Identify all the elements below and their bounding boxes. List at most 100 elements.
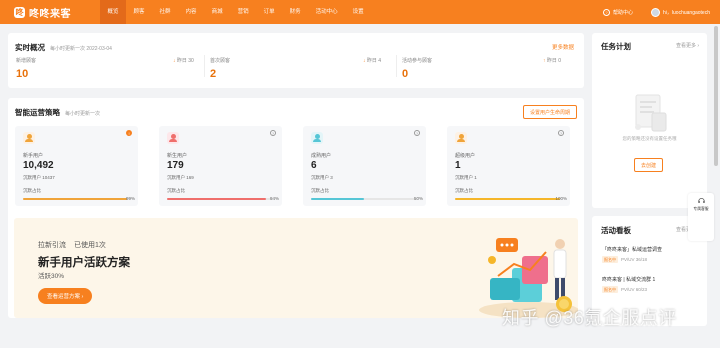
lifecycle-card[interactable]: ? 超级用户 1 沉默用户 1 沉默占比 100%	[447, 126, 570, 206]
silent-ratio-label: 沉默占比	[23, 188, 41, 193]
stat-compare-text: 昨日 30	[176, 58, 194, 64]
view-plan-button[interactable]: 查看运营方案 ›	[38, 288, 93, 304]
avatar	[651, 7, 661, 17]
realtime-title-text: 实时概况	[15, 43, 45, 52]
stat-value: 2	[210, 68, 217, 80]
silent-ratio-bar	[167, 198, 272, 200]
banner-subtitle: 活跃30%	[38, 273, 65, 280]
strategy-title: 智能运营策略 每小时更新一次	[15, 107, 100, 118]
stat-first-customers: 首次顾客 2	[210, 57, 230, 80]
silent-ratio-fill	[455, 198, 560, 200]
silent-ratio-label: 沉默占比	[167, 188, 185, 193]
task-empty-text: 您的策略还没有设置任务哦	[622, 136, 677, 141]
nav-item[interactable]: 社群	[152, 0, 178, 24]
silent-ratio-pct: 100%	[555, 196, 567, 201]
help-label: 帮助中心	[613, 9, 634, 16]
banner-tag-used: 已使用1次	[74, 242, 106, 249]
app-logo[interactable]: 咚 咚咚来客	[14, 5, 94, 20]
realtime-title: 实时概况 每小时更新一次 2022-03-04	[15, 42, 112, 53]
banner-title: 新手用户活跃方案	[38, 257, 130, 269]
nav-item[interactable]: 财务	[282, 0, 308, 24]
stat-label: 活动参与顾客	[402, 58, 433, 64]
silent-ratio-bar	[23, 198, 128, 200]
more-data-link[interactable]: 更多数据	[552, 43, 574, 51]
customer-service-label: 专属客服	[693, 207, 709, 211]
activity-item-pvuv: PV/UV 36/18	[621, 257, 648, 262]
task-plan-card: 任务计划 查看更多 › 您的策略还没有设置任务哦 去创建	[592, 33, 707, 208]
lifecycle-value: 6	[311, 160, 317, 171]
user-greeting: hi，luochuangaotech	[663, 9, 710, 16]
stat-compare-text: 昨日 0	[546, 58, 562, 64]
strategy-subtitle: 每小时更新一次	[65, 111, 101, 117]
silent-ratio-pct: 99%	[125, 196, 135, 201]
user-avatar-icon	[23, 132, 35, 144]
banner-tags: 拉新引流 已使用1次	[38, 240, 114, 250]
help-center-link[interactable]: ? 帮助中心	[603, 8, 634, 16]
activity-item-title[interactable]: 咚咚来客 | 私域交流群 1	[602, 276, 655, 283]
silent-ratio-fill	[23, 198, 127, 200]
info-icon[interactable]: ?	[558, 130, 564, 136]
top-nav-bar: 咚 咚咚来客 概览 顾客 社群 内容 商城 营销 订单 财务 活动中心 设置 ? 帮助中心 hi，…	[0, 0, 720, 24]
stat-new-customers: 新增顾客 10	[16, 57, 36, 80]
banner-tag-acquire: 拉新引流	[38, 242, 66, 249]
nav-item[interactable]: 活动中心	[308, 0, 345, 24]
lifecycle-card[interactable]: ? 成熟用户 6 沉默用户 3 沉默占比 50%	[303, 126, 426, 206]
activity-title: 活动看板	[601, 226, 631, 235]
strategy-banner: 拉新引流 已使用1次 新手用户活跃方案 活跃30% 查看运营方案 ›	[14, 218, 578, 318]
user-avatar-icon	[167, 132, 179, 144]
activity-item-meta: 报名中 PV/UV 36/18	[602, 256, 647, 263]
stat-label: 首次顾客	[210, 58, 231, 64]
lifecycle-value: 10,492	[23, 160, 54, 171]
bottom-strip	[0, 336, 720, 348]
arrow-down-icon: ↓	[173, 58, 176, 64]
silent-ratio-pct: 50%	[413, 196, 423, 201]
silent-ratio-pct: 94%	[269, 196, 279, 201]
stat-activity-customers: 活动参与顾客 0	[402, 57, 432, 80]
silent-users: 沉默用户 3	[311, 175, 333, 180]
nav-item[interactable]: 商城	[204, 0, 230, 24]
activity-item-title[interactable]: 「咚咚来客」私域运营调查	[602, 246, 662, 253]
lifecycle-value: 179	[167, 160, 184, 171]
divider	[204, 55, 205, 77]
silent-users: 沉默用户 10437	[23, 175, 55, 180]
user-menu[interactable]: hi，luochuangaotech	[651, 7, 710, 17]
scrollbar-thumb[interactable]	[714, 26, 718, 166]
silent-users: 沉默用户 1	[455, 175, 477, 180]
info-icon[interactable]: !	[126, 130, 132, 136]
info-icon[interactable]: ?	[414, 130, 420, 136]
nav-item[interactable]: 概览	[100, 0, 127, 24]
strategy-title-text: 智能运营策略	[15, 108, 60, 117]
arrow-up-icon: ↑	[543, 58, 546, 64]
user-avatar-icon	[455, 132, 467, 144]
status-badge: 报名中	[602, 286, 618, 293]
empty-clipboard-icon	[635, 94, 667, 132]
task-more-link[interactable]: 查看更多 ›	[676, 42, 699, 49]
help-icon: ?	[603, 8, 610, 16]
silent-ratio-label: 沉默占比	[311, 188, 329, 193]
lifecycle-card[interactable]: ? 新生用户 179 沉默用户 169 沉默占比 94%	[159, 126, 282, 206]
set-lifecycle-button[interactable]: 设置用户生命周期	[522, 105, 577, 119]
lifecycle-label: 新生用户	[167, 153, 188, 159]
nav-item[interactable]: 设置	[345, 0, 371, 24]
arrow-down-icon: ↓	[363, 58, 366, 64]
headset-icon	[698, 198, 705, 203]
realtime-subtitle: 每小时更新一次 2022-03-04	[50, 46, 112, 52]
lifecycle-label: 超级用户	[455, 153, 476, 159]
customer-service-float[interactable]: 专属客服	[688, 193, 714, 241]
silent-ratio-bar	[311, 198, 416, 200]
info-icon[interactable]: ?	[270, 130, 276, 136]
nav-item[interactable]: 订单	[256, 0, 282, 24]
create-task-button[interactable]: 去创建	[634, 158, 664, 172]
stat-compare: ↓ 昨日 30	[173, 57, 194, 64]
lifecycle-label: 新手用户	[23, 153, 44, 159]
nav-item[interactable]: 顾客	[126, 0, 152, 24]
stat-value: 0	[402, 68, 409, 80]
task-title: 任务计划	[601, 42, 631, 51]
status-badge: 报名中	[602, 256, 618, 263]
lifecycle-value: 1	[455, 160, 461, 171]
smart-strategy-card: 智能运营策略 每小时更新一次 设置用户生命周期 ! 新手用户 10,492 沉默用户 1…	[8, 98, 584, 318]
realtime-overview-card: 实时概况 每小时更新一次 2022-03-04 更多数据 新增顾客 10 ↓ 昨日…	[8, 33, 584, 88]
lifecycle-card[interactable]: ! 新手用户 10,492 沉默用户 10437 沉默占比 99%	[15, 126, 138, 206]
nav-item[interactable]: 内容	[178, 0, 204, 24]
nav-item[interactable]: 营销	[230, 0, 256, 24]
